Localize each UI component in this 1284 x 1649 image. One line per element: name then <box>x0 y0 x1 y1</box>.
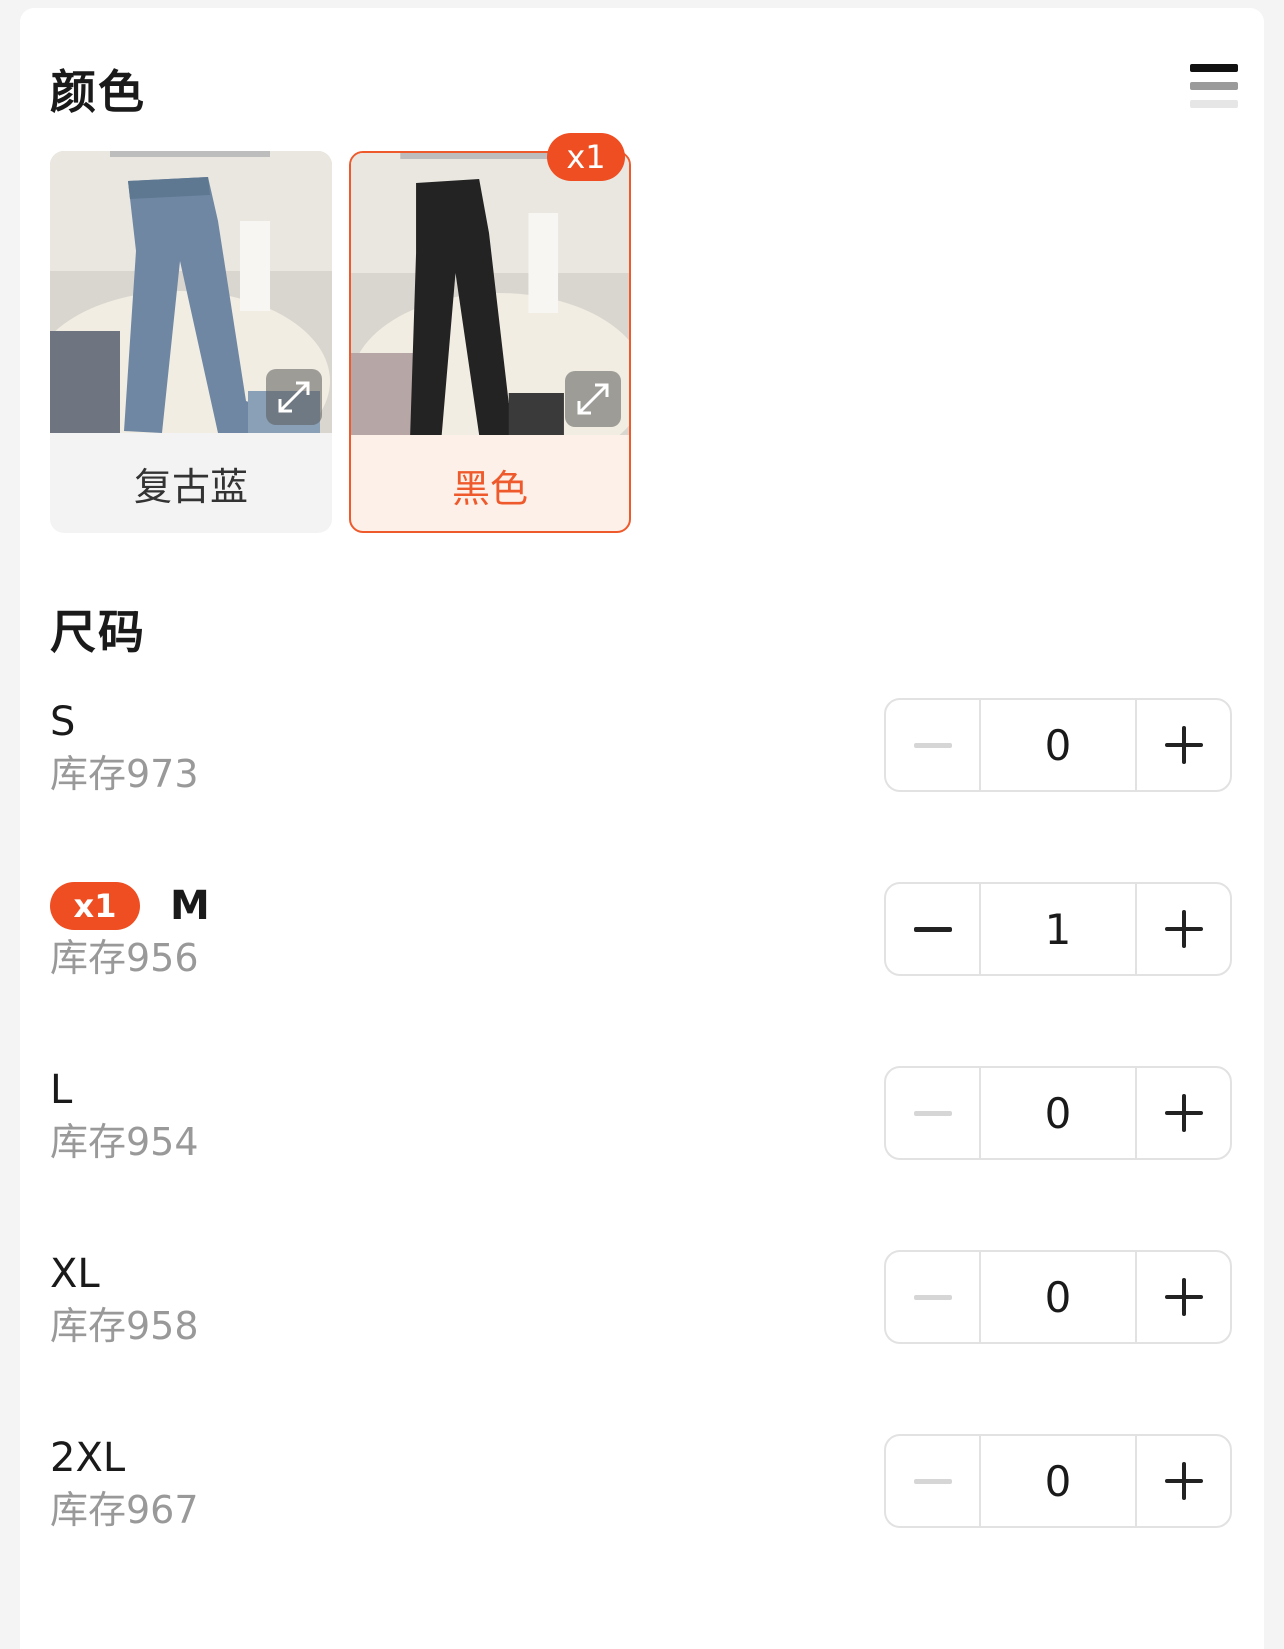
quantity-value[interactable]: 0 <box>981 1252 1135 1342</box>
plus-icon <box>1164 1094 1203 1132</box>
size-row-l: L 库存954 0 <box>50 1066 1234 1164</box>
minus-icon <box>913 1110 952 1116</box>
stock-label: 库存954 <box>50 1120 199 1164</box>
color-option-black[interactable]: 黑色 x1 <box>349 133 631 533</box>
plus-icon <box>1164 726 1203 764</box>
quantity-value[interactable]: 1 <box>981 884 1135 974</box>
quantity-stepper: 0 <box>884 698 1232 792</box>
quantity-stepper: 1 <box>884 882 1232 976</box>
menu-icon[interactable] <box>1190 64 1238 114</box>
color-option-label: 黑色 <box>451 466 528 511</box>
quantity-stepper: 0 <box>884 1250 1232 1344</box>
quantity-stepper: 0 <box>884 1434 1232 1528</box>
decrement-button[interactable] <box>886 884 981 974</box>
quantity-stepper: 0 <box>884 1066 1232 1160</box>
color-section-title: 颜色 <box>50 65 146 119</box>
expand-icon[interactable] <box>266 369 322 425</box>
quantity-value[interactable]: 0 <box>981 1436 1135 1526</box>
increment-button[interactable] <box>1135 884 1230 974</box>
stock-label: 库存967 <box>50 1488 199 1532</box>
quantity-value[interactable]: 0 <box>981 1068 1135 1158</box>
color-option-label: 复古蓝 <box>133 464 248 509</box>
color-option-vintage-blue[interactable]: 复古蓝 <box>50 151 332 533</box>
stock-label: 库存958 <box>50 1304 199 1348</box>
size-label: XL <box>50 1251 100 1297</box>
size-label: L <box>50 1067 73 1113</box>
plus-icon <box>1164 1462 1203 1500</box>
quantity-value[interactable]: 0 <box>981 700 1135 790</box>
minus-icon <box>913 742 952 748</box>
plus-icon <box>1164 910 1203 948</box>
increment-button[interactable] <box>1135 1436 1230 1526</box>
stock-label: 库存956 <box>50 936 199 980</box>
size-row-2xl: 2XL 库存967 0 <box>50 1434 1234 1532</box>
increment-button[interactable] <box>1135 700 1230 790</box>
size-count-badge: x1 <box>50 882 140 930</box>
decrement-button[interactable] <box>886 700 981 790</box>
increment-button[interactable] <box>1135 1068 1230 1158</box>
expand-icon[interactable] <box>565 371 621 427</box>
size-row-xl: XL 库存958 0 <box>50 1250 1234 1348</box>
minus-icon <box>913 1478 952 1484</box>
selected-count-badge: x1 <box>547 133 625 181</box>
size-row-m: x1 M 库存956 1 <box>50 882 1234 980</box>
increment-button[interactable] <box>1135 1252 1230 1342</box>
decrement-button[interactable] <box>886 1252 981 1342</box>
size-label: S <box>50 699 76 745</box>
stock-label: 库存973 <box>50 752 199 796</box>
decrement-button[interactable] <box>886 1436 981 1526</box>
size-label: 2XL <box>50 1435 126 1481</box>
size-section-title: 尺码 <box>50 605 146 659</box>
size-label: M <box>170 883 210 929</box>
decrement-button[interactable] <box>886 1068 981 1158</box>
size-row-s: S 库存973 0 <box>50 698 1234 796</box>
size-label-group: x1 M <box>50 882 210 930</box>
minus-icon <box>913 926 952 932</box>
plus-icon <box>1164 1278 1203 1316</box>
minus-icon <box>913 1294 952 1300</box>
